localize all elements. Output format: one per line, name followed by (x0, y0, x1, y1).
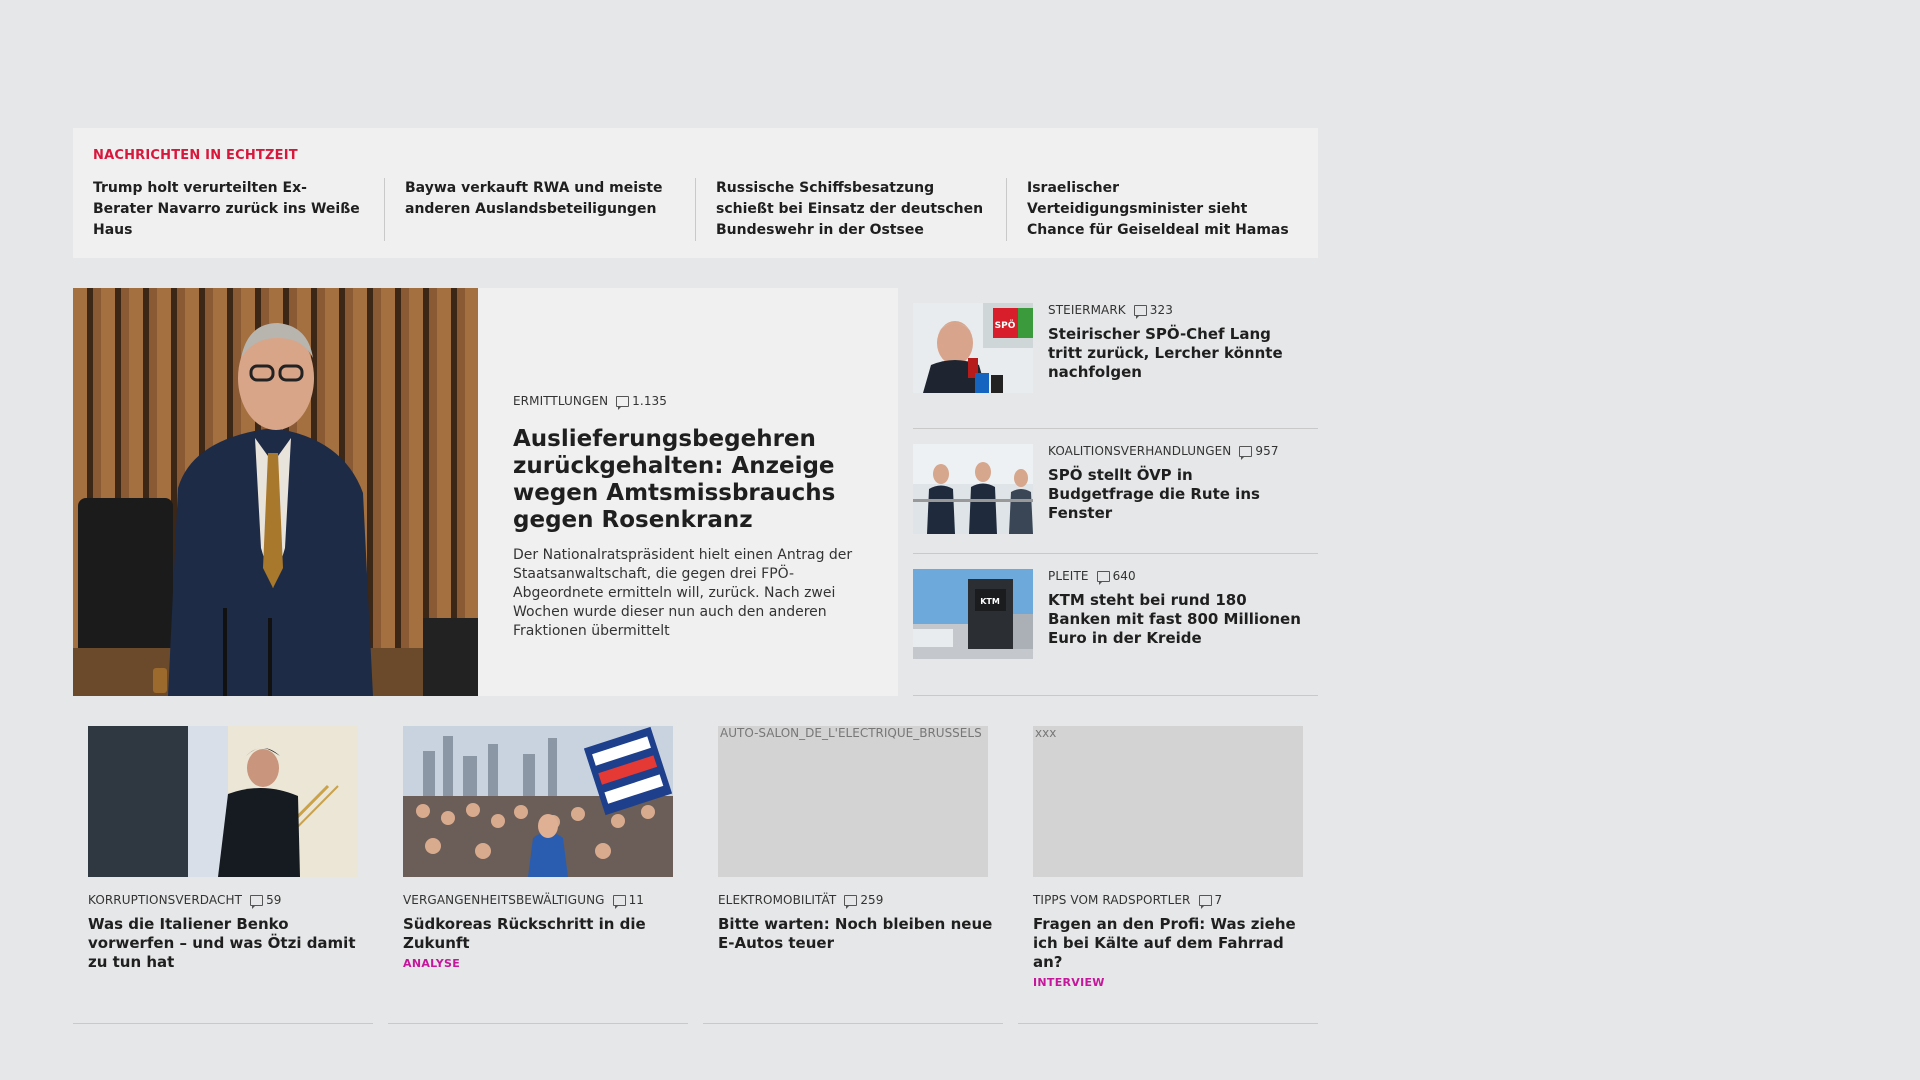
comment-count[interactable]: 59 (250, 893, 282, 909)
article-card-headline[interactable]: Was die Italiener Benko vorwerfen – und … (88, 915, 363, 972)
divider (388, 1023, 688, 1024)
article-card-text: KORRUPTIONSVERDACHT 59 Was die Italiener… (88, 893, 363, 972)
article-card-text: ELEKTROMOBILITÄT 259 Bitte warten: Noch … (718, 893, 993, 953)
article-tag: ANALYSE (403, 957, 461, 970)
side-article-list: SPÖ STEIERMARK 323 Steirischer SPÖ-Chef … (913, 288, 1318, 696)
comment-count-value: 259 (860, 893, 884, 907)
side-article[interactable]: SPÖ STEIERMARK 323 Steirischer SPÖ-Chef … (913, 303, 1318, 393)
divider (913, 695, 1318, 696)
comment-icon (1198, 894, 1212, 909)
article-card-image[interactable] (88, 726, 358, 877)
ktm-logo-text: KTM (980, 597, 1000, 606)
comment-icon (1096, 570, 1110, 585)
lead-article-meta: ERMITTLUNGEN 1.135 (513, 394, 863, 410)
side-article-text: PLEITE 640 KTM steht bei rund 180 Banken… (1048, 569, 1303, 659)
ticker-item[interactable]: Russische Schiffsbesatzung schießt bei E… (695, 178, 1006, 241)
side-article-headline[interactable]: SPÖ stellt ÖVP in Budgetfrage die Rute i… (1048, 466, 1303, 523)
comment-icon (1133, 304, 1147, 319)
side-article[interactable]: KTM PLEITE 640 KTM steht bei rund 180 Ba… (913, 569, 1318, 659)
comment-icon (616, 395, 630, 410)
ticker-title: NACHRICHTEN IN ECHTZEIT (93, 148, 298, 163)
comment-count-value: 957 (1255, 444, 1279, 458)
lead-headline[interactable]: Auslieferungsbegehren zurückgehalten: An… (513, 426, 863, 534)
category-label[interactable]: ELEKTROMOBILITÄT (718, 893, 836, 907)
side-article-image[interactable]: SPÖ (913, 303, 1033, 393)
article-card-headline[interactable]: Fragen an den Profi: Was ziehe ich bei K… (1033, 915, 1308, 972)
article-card-image[interactable] (403, 726, 673, 877)
side-article[interactable]: KOALITIONSVERHANDLUNGEN 957 SPÖ stellt Ö… (913, 444, 1318, 534)
lead-teaser: Der Nationalratspräsident hielt einen An… (513, 547, 853, 639)
comment-count[interactable]: 1.135 (616, 394, 668, 410)
comment-icon (1239, 445, 1253, 460)
side-article-text: KOALITIONSVERHANDLUNGEN 957 SPÖ stellt Ö… (1048, 444, 1303, 534)
realtime-news-ticker: NACHRICHTEN IN ECHTZEIT Trump holt verur… (73, 128, 1318, 258)
lead-article[interactable]: ERMITTLUNGEN 1.135 Auslieferungsbegehren… (73, 288, 898, 696)
ticker-item[interactable]: Trump holt verurteilten Ex-Berater Navar… (73, 178, 384, 241)
ticker-item[interactable]: Baywa verkauft RWA und meiste anderen Au… (384, 178, 695, 241)
article-card-meta: KORRUPTIONSVERDACHT 59 (88, 893, 363, 909)
comment-icon (250, 894, 264, 909)
article-card-text: TIPPS VOM RADSPORTLER 7 Fragen an den Pr… (1033, 893, 1308, 989)
comment-count-value: 640 (1112, 569, 1136, 583)
comment-count[interactable]: 259 (844, 893, 884, 909)
comment-count-value: 59 (266, 893, 282, 907)
side-article-meta: STEIERMARK 323 (1048, 303, 1303, 319)
article-card-meta: VERGANGENHEITSBEWÄLTIGUNG 11 (403, 893, 678, 909)
article-card-meta: TIPPS VOM RADSPORTLER 7 (1033, 893, 1308, 909)
side-article-headline[interactable]: Steirischer SPÖ-Chef Lang tritt zurück, … (1048, 325, 1303, 382)
lead-article-image[interactable] (73, 288, 478, 696)
side-article-meta: KOALITIONSVERHANDLUNGEN 957 (1048, 444, 1303, 460)
ticker-item[interactable]: Israelischer Verteidigungsminister sieht… (1006, 178, 1317, 241)
article-card-meta: ELEKTROMOBILITÄT 259 (718, 893, 993, 909)
comment-icon (612, 894, 626, 909)
comment-icon (844, 894, 858, 909)
side-article-meta: PLEITE 640 (1048, 569, 1303, 585)
image-alt-text: AUTO-SALON_DE_L'ELECTRIQUE_BRUSSELS (720, 726, 982, 740)
category-label[interactable]: VERGANGENHEITSBEWÄLTIGUNG (403, 893, 605, 907)
comment-count-value: 11 (628, 893, 645, 907)
category-label[interactable]: ERMITTLUNGEN (513, 394, 608, 408)
category-label[interactable]: PLEITE (1048, 569, 1089, 583)
divider (73, 1023, 373, 1024)
category-label[interactable]: TIPPS VOM RADSPORTLER (1033, 893, 1191, 907)
image-alt-text: xxx (1035, 726, 1057, 740)
category-label[interactable]: STEIERMARK (1048, 303, 1126, 317)
comment-count[interactable]: 957 (1239, 444, 1279, 460)
side-article-headline[interactable]: KTM steht bei rund 180 Banken mit fast 8… (1048, 591, 1303, 648)
lead-article-text: ERMITTLUNGEN 1.135 Auslieferungsbegehren… (513, 394, 863, 641)
divider (913, 428, 1318, 429)
side-article-image[interactable]: KTM (913, 569, 1033, 659)
comment-count-value: 1.135 (632, 394, 668, 408)
side-article-text: STEIERMARK 323 Steirischer SPÖ-Chef Lang… (1048, 303, 1303, 393)
divider (913, 553, 1318, 554)
article-card-headline[interactable]: Südkoreas Rückschritt in die Zukunft (403, 915, 678, 953)
article-card-image-placeholder[interactable]: xxx (1033, 726, 1303, 877)
comment-count[interactable]: 11 (612, 893, 645, 909)
article-card-text: VERGANGENHEITSBEWÄLTIGUNG 11 Südkoreas R… (403, 893, 678, 970)
divider (703, 1023, 1003, 1024)
comment-count[interactable]: 323 (1133, 303, 1173, 319)
article-card-grid: KORRUPTIONSVERDACHT 59 Was die Italiener… (73, 726, 1318, 1026)
comment-count[interactable]: 7 (1198, 893, 1223, 909)
ticker-items: Trump holt verurteilten Ex-Berater Navar… (73, 178, 1318, 241)
divider (1018, 1023, 1318, 1024)
spo-logo-text: SPÖ (995, 320, 1016, 331)
article-tag: INTERVIEW (1033, 976, 1105, 989)
comment-count-value: 7 (1214, 893, 1223, 907)
category-label[interactable]: KORRUPTIONSVERDACHT (88, 893, 242, 907)
category-label[interactable]: KOALITIONSVERHANDLUNGEN (1048, 444, 1231, 458)
side-article-image[interactable] (913, 444, 1033, 534)
comment-count[interactable]: 640 (1096, 569, 1136, 585)
article-card-image-placeholder[interactable]: AUTO-SALON_DE_L'ELECTRIQUE_BRUSSELS (718, 726, 988, 877)
article-card-headline[interactable]: Bitte warten: Noch bleiben neue E-Autos … (718, 915, 993, 953)
comment-count-value: 323 (1149, 303, 1173, 317)
